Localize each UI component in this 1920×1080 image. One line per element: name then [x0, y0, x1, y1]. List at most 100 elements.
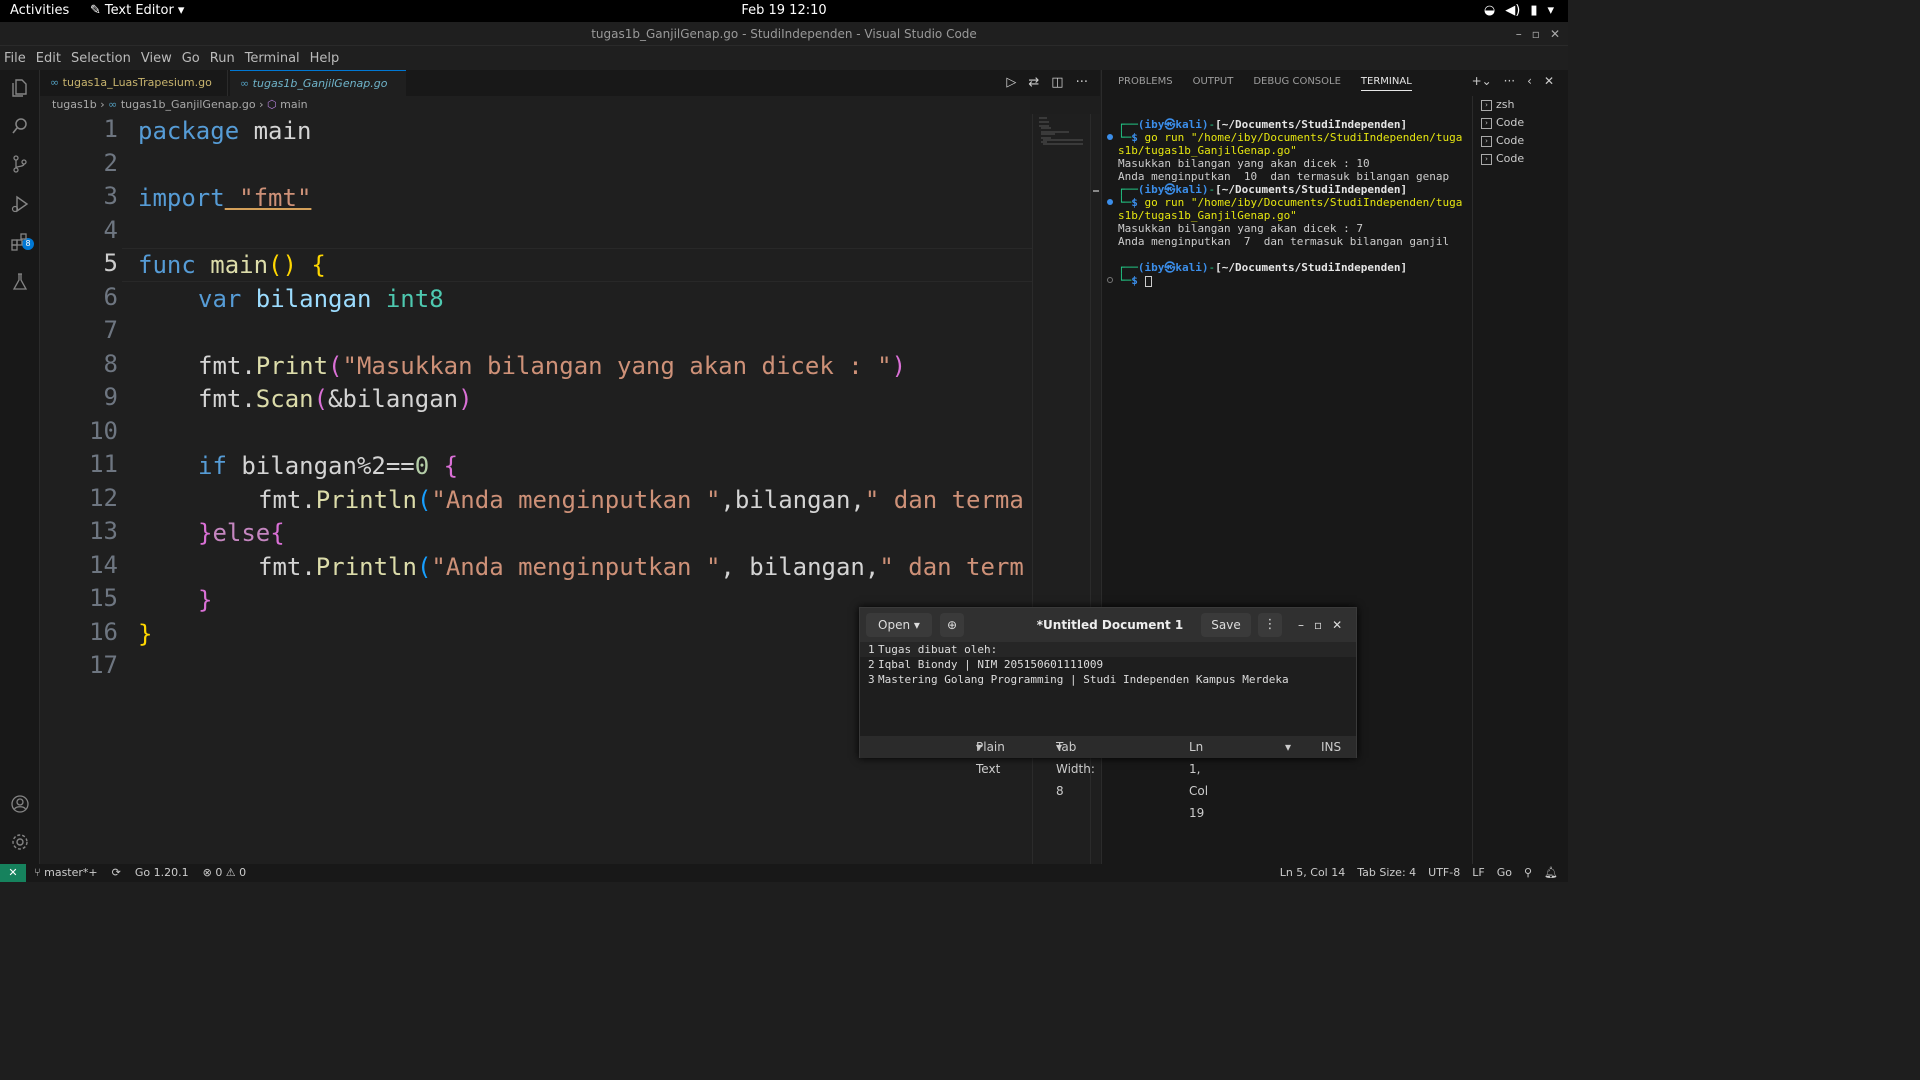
terminal-name: Code: [1496, 152, 1525, 165]
menu-file[interactable]: File: [4, 51, 26, 66]
menu-selection[interactable]: Selection: [71, 51, 131, 66]
breadcrumb-file[interactable]: tugas1b_GanjilGenap.go: [121, 98, 256, 111]
command-pending-icon[interactable]: [1107, 277, 1113, 283]
problems-indicator[interactable]: ⊗ 0 ⚠ 0: [203, 864, 247, 882]
go-file-icon: ∞: [50, 76, 60, 89]
language-mode[interactable]: Go: [1497, 864, 1512, 882]
clock[interactable]: Feb 19 12:10: [0, 3, 1568, 18]
source-control-icon[interactable]: [8, 154, 32, 178]
keyword: var: [198, 285, 242, 313]
terminal-list-item[interactable]: › zsh: [1473, 96, 1567, 114]
tab-terminal[interactable]: TERMINAL: [1360, 76, 1412, 91]
split-editor-icon[interactable]: ◫: [1051, 70, 1063, 96]
close-icon[interactable]: ✕: [1544, 74, 1554, 88]
run-debug-icon[interactable]: [8, 194, 32, 218]
terminal-command-cont: s1b/tugas1b_GanjilGenap.go": [1118, 144, 1297, 157]
terminal-name: zsh: [1496, 98, 1515, 111]
insert-mode[interactable]: INS: [1321, 736, 1341, 758]
save-button[interactable]: Save: [1201, 613, 1251, 637]
caret-down-icon: ▾: [913, 618, 920, 632]
settings-gear-icon[interactable]: [8, 832, 32, 856]
terminal-icon: ›: [1481, 99, 1492, 111]
text-editor-window: Open ▾ ⊕ *Untitled Document 1 Save ⋮ – ▫…: [859, 607, 1357, 820]
app-menu[interactable]: ✎ Text Editor ▾: [90, 3, 184, 18]
tab-tugas1b[interactable]: ∞ tugas1b_GanjilGenap.go A ✕: [230, 70, 406, 116]
terminal-list-item[interactable]: › Code: [1473, 114, 1567, 132]
menu-view[interactable]: View: [141, 51, 172, 66]
close-icon[interactable]: ✕: [1550, 22, 1560, 46]
menu-go[interactable]: Go: [182, 51, 200, 66]
cursor-position[interactable]: Ln 5, Col 14: [1280, 864, 1346, 882]
bell-icon[interactable]: 🔔︎: [1544, 864, 1558, 882]
breadcrumb-symbol[interactable]: main: [280, 98, 307, 111]
keyword: if: [198, 452, 227, 480]
terminal-output[interactable]: ┌──(iby㉿kali)-[~/Documents/StudiIndepend…: [1118, 118, 1464, 287]
go-version[interactable]: Go 1.20.1: [135, 864, 189, 882]
tab-debug-console[interactable]: DEBUG CONSOLE: [1253, 76, 1341, 91]
system-top-bar: Activities ✎ Text Editor ▾ Feb 19 12:10 …: [0, 0, 1568, 22]
chevron-left-icon[interactable]: ‹: [1527, 74, 1532, 88]
text-editor-body[interactable]: 1 Tugas dibuat oleh: 2 Iqbal Biondy | NIM …: [860, 642, 1356, 736]
menu-edit[interactable]: Edit: [36, 51, 61, 66]
run-file-icon[interactable]: ▷: [1006, 70, 1016, 96]
menu-run[interactable]: Run: [210, 51, 235, 66]
maximize-icon[interactable]: ▫: [1532, 22, 1540, 46]
system-tray[interactable]: ◒ ◀) ▮ ▾: [1484, 3, 1554, 18]
new-document-icon[interactable]: ⊕: [940, 613, 964, 637]
testing-icon[interactable]: [8, 272, 32, 296]
maximize-icon[interactable]: ▫: [1314, 608, 1322, 642]
code-line: var bilangan int8: [198, 282, 444, 316]
encoding[interactable]: UTF-8: [1428, 864, 1460, 882]
tab-tugas1a[interactable]: ∞ tugas1a_LuasTrapesium.go M: [40, 70, 228, 115]
terminal-icon: ›: [1481, 135, 1492, 147]
minimize-icon[interactable]: –: [1298, 608, 1304, 642]
broadcast-icon[interactable]: ⚲: [1524, 864, 1532, 882]
search-icon[interactable]: [8, 116, 32, 140]
line-number: 3: [103, 182, 118, 210]
more-actions-icon[interactable]: ···: [1504, 74, 1515, 88]
keyword: import: [138, 184, 225, 212]
caret-down-icon[interactable]: ▾: [1285, 736, 1291, 758]
eol[interactable]: LF: [1472, 864, 1484, 882]
line-number: 12: [89, 484, 118, 512]
minimize-icon[interactable]: –: [1516, 22, 1522, 46]
bracket: (: [328, 352, 343, 380]
breadcrumb-folder[interactable]: tugas1b: [52, 98, 97, 111]
terminal-list-item[interactable]: › Code: [1473, 150, 1567, 168]
more-actions-icon[interactable]: ···: [1076, 70, 1088, 96]
line-number: 3: [868, 673, 875, 686]
terminal-list-item[interactable]: › Code: [1473, 132, 1567, 150]
code-line: fmt.Print("Masukkan bilangan yang akan d…: [198, 349, 906, 383]
text-editor-statusbar: Plain Text ▾ Tab Width: 8 ▾ Ln 1, Col 19…: [860, 736, 1356, 820]
bracket: }: [198, 586, 213, 614]
close-icon[interactable]: ✕: [1332, 608, 1342, 642]
code-line: import "fmt": [138, 181, 311, 215]
extensions-icon[interactable]: [8, 232, 32, 256]
compare-changes-icon[interactable]: ⇄: [1028, 70, 1039, 96]
bracket: (: [313, 385, 329, 413]
text-line: 2 Iqbal Biondy | NIM 205150601111009: [860, 657, 1356, 672]
remote-indicator-icon[interactable]: ✕: [0, 864, 26, 882]
tab-problems[interactable]: PROBLEMS: [1118, 76, 1173, 91]
sync-icon[interactable]: ⟳: [112, 864, 121, 882]
tab-output[interactable]: OUTPUT: [1193, 76, 1234, 91]
open-button[interactable]: Open ▾: [866, 613, 932, 637]
terminal-command-cont: s1b/tugas1b_GanjilGenap.go": [1118, 209, 1297, 222]
menu-help[interactable]: Help: [310, 51, 340, 66]
menu-terminal[interactable]: Terminal: [245, 51, 300, 66]
hamburger-menu-icon[interactable]: ⋮: [1258, 613, 1282, 637]
function-name: Print: [255, 352, 329, 380]
branch-name: master*+: [44, 866, 98, 879]
function-name: main: [195, 251, 269, 279]
activities-button[interactable]: Activities: [10, 3, 69, 18]
code-line: fmt.Println("Anda menginputkan ",bilanga…: [258, 483, 1024, 517]
tab-size[interactable]: Tab Size: 4: [1357, 864, 1416, 882]
command-success-icon[interactable]: [1107, 199, 1113, 205]
explorer-icon[interactable]: [8, 78, 32, 102]
bracket: {: [270, 519, 285, 547]
account-icon[interactable]: [8, 794, 32, 818]
command-success-icon[interactable]: [1107, 134, 1113, 140]
keyword: package: [138, 117, 240, 145]
new-terminal-icon[interactable]: +⌄: [1472, 74, 1492, 88]
branch-indicator[interactable]: ⑂ master*+: [34, 864, 98, 882]
